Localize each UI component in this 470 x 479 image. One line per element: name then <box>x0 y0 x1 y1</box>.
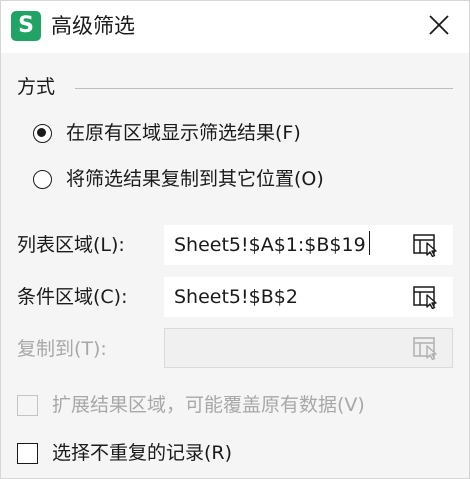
checkbox <box>17 394 38 416</box>
checkbox[interactable] <box>17 442 38 464</box>
range-select-icon <box>413 234 437 258</box>
list-range-select-button[interactable] <box>412 233 442 258</box>
radio-button[interactable] <box>33 169 52 189</box>
copy-to-field <box>164 328 453 368</box>
advanced-filter-dialog: S 高级筛选 方式 在原有区域显示筛选结果(F) 将筛选结果复制到其它位置(O)… <box>0 0 470 479</box>
radio-button-checked[interactable] <box>33 123 52 143</box>
criteria-range-input[interactable]: Sheet5!$B$2 <box>174 282 298 312</box>
radio-filter-in-place[interactable]: 在原有区域显示筛选结果(F) <box>33 118 301 148</box>
list-range-field[interactable]: Sheet5!$A$1:$B$19 <box>164 225 453 265</box>
text-caret <box>368 231 371 255</box>
criteria-range-label: 条件区域(C): <box>17 286 128 308</box>
copy-to-select-button <box>412 336 442 361</box>
radio-label: 将筛选结果复制到其它位置(O) <box>66 168 324 190</box>
dialog-title: 高级筛选 <box>51 14 135 38</box>
copy-to-label: 复制到(T): <box>17 338 107 360</box>
range-select-icon <box>413 286 437 310</box>
checkbox-label: 选择不重复的记录(R) <box>52 442 233 464</box>
checkbox-label: 扩展结果区域，可能覆盖原有数据(V) <box>52 394 365 416</box>
list-range-value: Sheet5!$A$1:$B$19 <box>174 234 366 256</box>
group-divider <box>75 88 453 89</box>
list-range-input[interactable]: Sheet5!$A$1:$B$19 <box>174 230 371 260</box>
criteria-range-field[interactable]: Sheet5!$B$2 <box>164 277 453 317</box>
criteria-range-select-button[interactable] <box>412 285 442 310</box>
title-bar: S 高级筛选 <box>1 1 469 53</box>
checkbox-extend-results: 扩展结果区域，可能覆盖原有数据(V) <box>17 390 365 420</box>
close-icon <box>429 15 449 35</box>
close-button[interactable] <box>421 7 457 43</box>
range-select-icon <box>413 337 437 361</box>
app-logo-icon: S <box>11 11 41 41</box>
radio-label: 在原有区域显示筛选结果(F) <box>66 122 301 144</box>
method-group-label: 方式 <box>17 76 56 98</box>
list-range-label: 列表区域(L): <box>17 234 125 256</box>
checkbox-unique-records[interactable]: 选择不重复的记录(R) <box>17 438 232 468</box>
radio-copy-to-location[interactable]: 将筛选结果复制到其它位置(O) <box>33 164 324 194</box>
